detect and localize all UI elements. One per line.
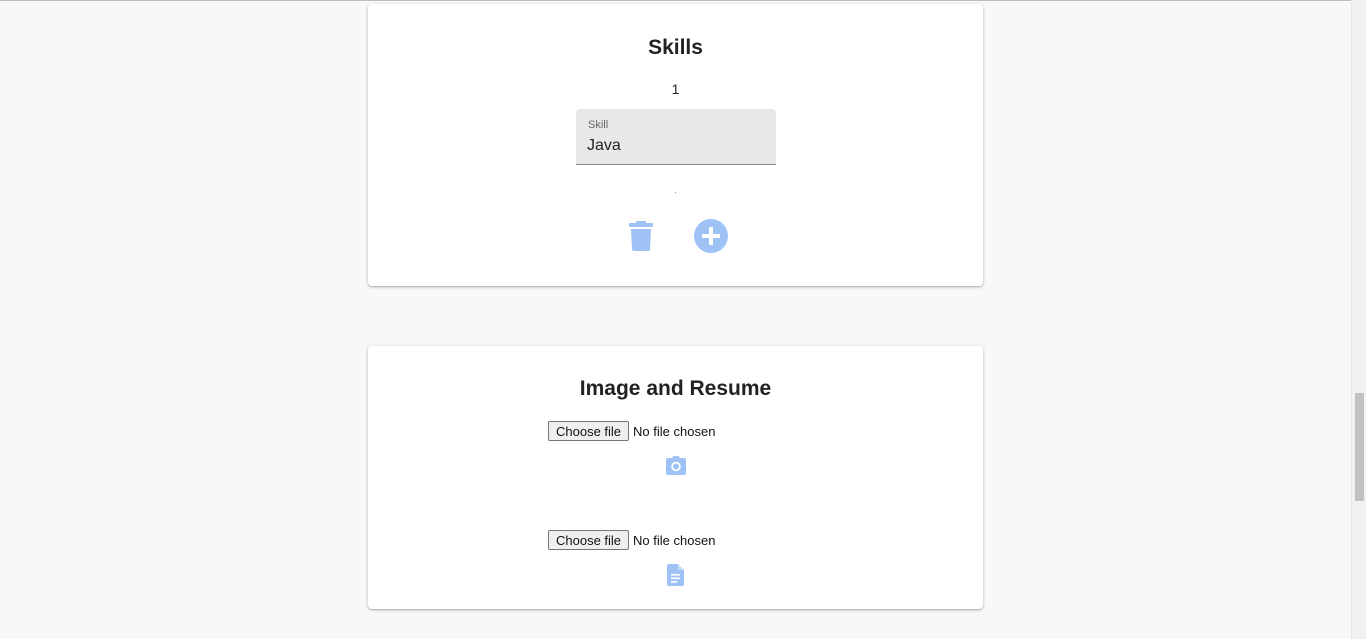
image-resume-title: Image and Resume [579, 377, 772, 400]
resume-choose-file-button[interactable]: Choose file [548, 530, 630, 550]
image-file-input[interactable]: Choose file No file chosen [548, 421, 715, 441]
scrollbar-thumb[interactable] [1355, 393, 1364, 501]
skills-title: Skills [648, 36, 703, 59]
camera-icon [664, 454, 688, 478]
trash-icon[interactable] [626, 220, 656, 252]
top-border [0, 0, 1351, 1]
divider-dot [675, 192, 676, 193]
skills-card: Skills 1 Skill [368, 4, 983, 286]
image-resume-card: Image and Resume Choose file No file cho… [368, 346, 983, 609]
resume-file-input[interactable]: Choose file No file chosen [548, 530, 715, 550]
plus-circle-icon[interactable] [693, 218, 729, 254]
image-choose-file-button[interactable]: Choose file [548, 421, 630, 441]
skill-index: 1 [671, 81, 680, 97]
skill-field-label: Skill [588, 119, 609, 131]
resume-file-status: No file chosen [633, 532, 716, 548]
skill-input[interactable] [587, 137, 757, 155]
document-icon [665, 563, 687, 587]
skill-field[interactable]: Skill [576, 109, 776, 165]
image-file-status: No file chosen [633, 423, 716, 439]
page-scrollbar[interactable] [1351, 0, 1366, 639]
